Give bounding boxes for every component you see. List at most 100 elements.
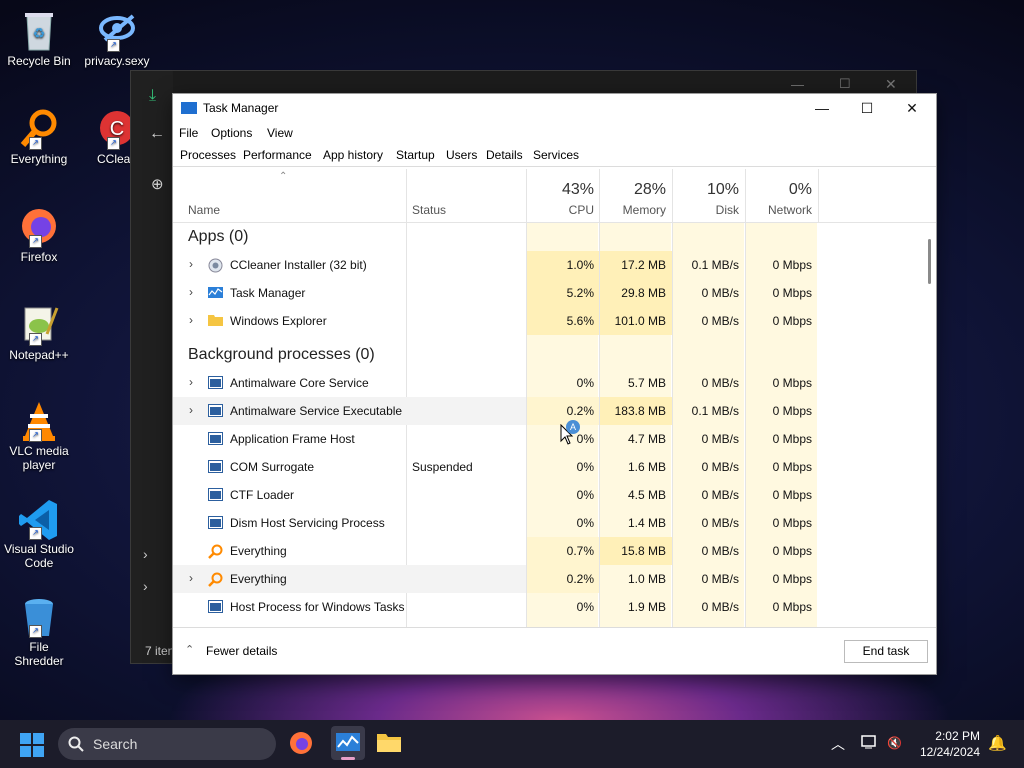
cell-cpu: 5.6% — [566, 314, 594, 328]
process-name: Host Process for Windows Tasks — [230, 600, 405, 614]
table-row[interactable]: COM Surrogate Suspended 0% 1.6 MB 0 MB/s 0 Mb… — [173, 453, 936, 481]
column-cpu[interactable]: CPU — [526, 203, 594, 217]
table-row[interactable]: › CCleaner Installer (32 bit) 1.0% 17.2 MB 0… — [173, 251, 936, 279]
cell-memory: 15.8 MB — [621, 544, 666, 558]
cell-disk: 0 MB/s — [701, 376, 739, 390]
column-divider — [818, 169, 819, 222]
memory-percent[interactable]: 28% — [599, 181, 666, 199]
chevron-up-icon[interactable]: ⌃ — [185, 643, 194, 656]
back-arrow-icon[interactable]: ← — [149, 125, 165, 143]
close-icon[interactable]: ✕ — [885, 76, 897, 93]
minimize-button[interactable]: — — [799, 94, 845, 122]
close-button[interactable]: ✕ — [889, 94, 935, 122]
minimize-icon[interactable]: — — [791, 77, 804, 92]
tab-users[interactable]: Users — [446, 148, 477, 162]
cell-network: 0 Mbps — [772, 544, 812, 558]
table-row[interactable]: › Task Manager 5.2% 29.8 MB 0 MB/s 0 Mbps — [173, 279, 936, 307]
end-task-button[interactable]: End task — [844, 640, 928, 663]
notification-bell-icon[interactable]: 🔔 — [988, 734, 1007, 752]
download-icon: ⤓ — [149, 87, 157, 104]
footer-bar: ⌃ Fewer details End task — [173, 627, 936, 675]
desktop-icon-label: VLC media player — [9, 444, 69, 472]
maximize-button[interactable]: ☐ — [844, 94, 890, 122]
cell-disk: 0 MB/s — [701, 544, 739, 558]
network-percent[interactable]: 0% — [745, 181, 812, 199]
table-row[interactable]: CTF Loader 0% 4.5 MB 0 MB/s 0 Mbps — [173, 481, 936, 509]
column-memory[interactable]: Memory — [599, 203, 666, 217]
folder-icon — [208, 314, 223, 327]
cell-network: 0 Mbps — [772, 286, 812, 300]
chevron-up-icon[interactable]: ︿ — [831, 734, 845, 754]
menu-file[interactable]: File — [179, 126, 198, 140]
sort-arrow-icon[interactable]: ⌃ — [279, 171, 287, 182]
expand-chevron-icon[interactable]: › — [189, 375, 193, 389]
add-icon[interactable]: ⊕ — [151, 175, 164, 193]
disk-percent[interactable]: 10% — [672, 181, 739, 199]
tab-performance[interactable]: Performance — [243, 148, 312, 162]
taskbar-firefox[interactable] — [288, 730, 316, 758]
network-icon[interactable] — [861, 734, 879, 753]
desktop-icon-everything[interactable]: ↗ Everything — [4, 108, 74, 166]
column-network[interactable]: Network — [745, 203, 812, 217]
table-row[interactable]: Dism Host Servicing Process 0% 1.4 MB 0 MB/… — [173, 509, 936, 537]
process-status: Suspended — [412, 460, 473, 474]
column-disk[interactable]: Disk — [672, 203, 739, 217]
table-row[interactable]: › Antimalware Core Service 0% 5.7 MB 0 MB/s 0… — [173, 369, 936, 397]
tab-startup[interactable]: Startup — [396, 148, 435, 162]
cell-memory: 101.0 MB — [614, 314, 666, 328]
cell-network: 0 Mbps — [772, 314, 812, 328]
expand-chevron-icon[interactable]: › — [189, 257, 193, 271]
window-title: Task Manager — [203, 101, 279, 115]
maximize-icon[interactable]: ☐ — [839, 76, 851, 92]
table-row[interactable]: Everything 0.7% 15.8 MB 0 MB/s 0 Mbps — [173, 537, 936, 565]
desktop-icon-vscode[interactable]: ↗ Visual Studio Code — [4, 498, 74, 570]
start-button[interactable] — [20, 733, 44, 757]
tab-processes[interactable]: Processes — [180, 148, 236, 162]
column-name[interactable]: Name — [188, 203, 220, 217]
folder-icon — [377, 734, 401, 752]
expand-chevron-icon[interactable]: › — [189, 571, 193, 585]
desktop-icon-vlc[interactable]: ↗ VLC media player — [4, 400, 74, 472]
menu-options[interactable]: Options — [211, 126, 252, 140]
table-row[interactable]: › Antimalware Service Executable 0.2% 183.8… — [173, 397, 936, 425]
volume-muted-icon[interactable]: 🔇 — [887, 736, 902, 750]
cell-cpu: 0% — [576, 376, 594, 390]
task-manager-window[interactable]: Task Manager — ☐ ✕ File Options View Pro… — [172, 93, 937, 675]
clock-time[interactable]: 2:02 PM — [920, 729, 980, 743]
cell-memory: 1.0 MB — [627, 572, 666, 586]
menu-view[interactable]: View — [267, 126, 293, 140]
expand-chevron-icon[interactable]: › — [189, 313, 193, 327]
cpu-percent[interactable]: 43% — [526, 181, 594, 199]
desktop-icon-privacy-sexy[interactable]: ↗ privacy.sexy — [82, 10, 152, 68]
service-icon — [208, 488, 223, 501]
chevron-right-icon[interactable]: › — [143, 578, 148, 594]
title-bar[interactable]: Task Manager — ☐ ✕ — [173, 94, 936, 122]
table-row[interactable]: › Windows Explorer 5.6% 101.0 MB 0 MB/s 0 Mbp… — [173, 307, 936, 335]
scrollbar-thumb[interactable] — [928, 239, 931, 284]
cell-disk: 0.1 MB/s — [691, 258, 739, 272]
tab-services[interactable]: Services — [533, 148, 579, 162]
desktop-icon-recycle-bin[interactable]: ♻ Recycle Bin — [4, 10, 74, 68]
expand-chevron-icon[interactable]: › — [189, 403, 193, 417]
table-row[interactable]: Application Frame Host 0% 4.7 MB 0 MB/s 0 Mb… — [173, 425, 936, 453]
table-row[interactable]: › Everything 0.2% 1.0 MB 0 MB/s 0 Mbps — [173, 565, 936, 593]
cell-cpu: 0.7% — [566, 544, 594, 558]
desktop-icon-notepadpp[interactable]: ↗ Notepad++ — [4, 304, 74, 362]
chevron-right-icon[interactable]: › — [143, 546, 148, 562]
cell-memory: 5.7 MB — [627, 376, 666, 390]
taskbar-task-manager[interactable] — [331, 726, 365, 760]
fewer-details-link[interactable]: Fewer details — [206, 644, 277, 658]
cell-disk: 0.1 MB/s — [691, 404, 739, 418]
taskbar-file-explorer[interactable] — [376, 730, 404, 758]
cell-cpu: 0% — [576, 516, 594, 530]
expand-chevron-icon[interactable]: › — [189, 285, 193, 299]
clock-date[interactable]: 12/24/2024 — [906, 745, 980, 759]
column-status[interactable]: Status — [412, 203, 446, 217]
desktop-icon-file-shredder[interactable]: ↗ File Shredder — [4, 596, 74, 668]
table-row[interactable]: Host Process for Windows Tasks 0% 1.9 MB 0 … — [173, 593, 936, 621]
item-count: 7 iten — [145, 644, 175, 658]
tab-details[interactable]: Details — [486, 148, 523, 162]
tab-app-history[interactable]: App history — [323, 148, 383, 162]
desktop-icon-firefox[interactable]: ↗ Firefox — [4, 206, 74, 264]
taskbar-search[interactable]: Search — [58, 728, 276, 760]
